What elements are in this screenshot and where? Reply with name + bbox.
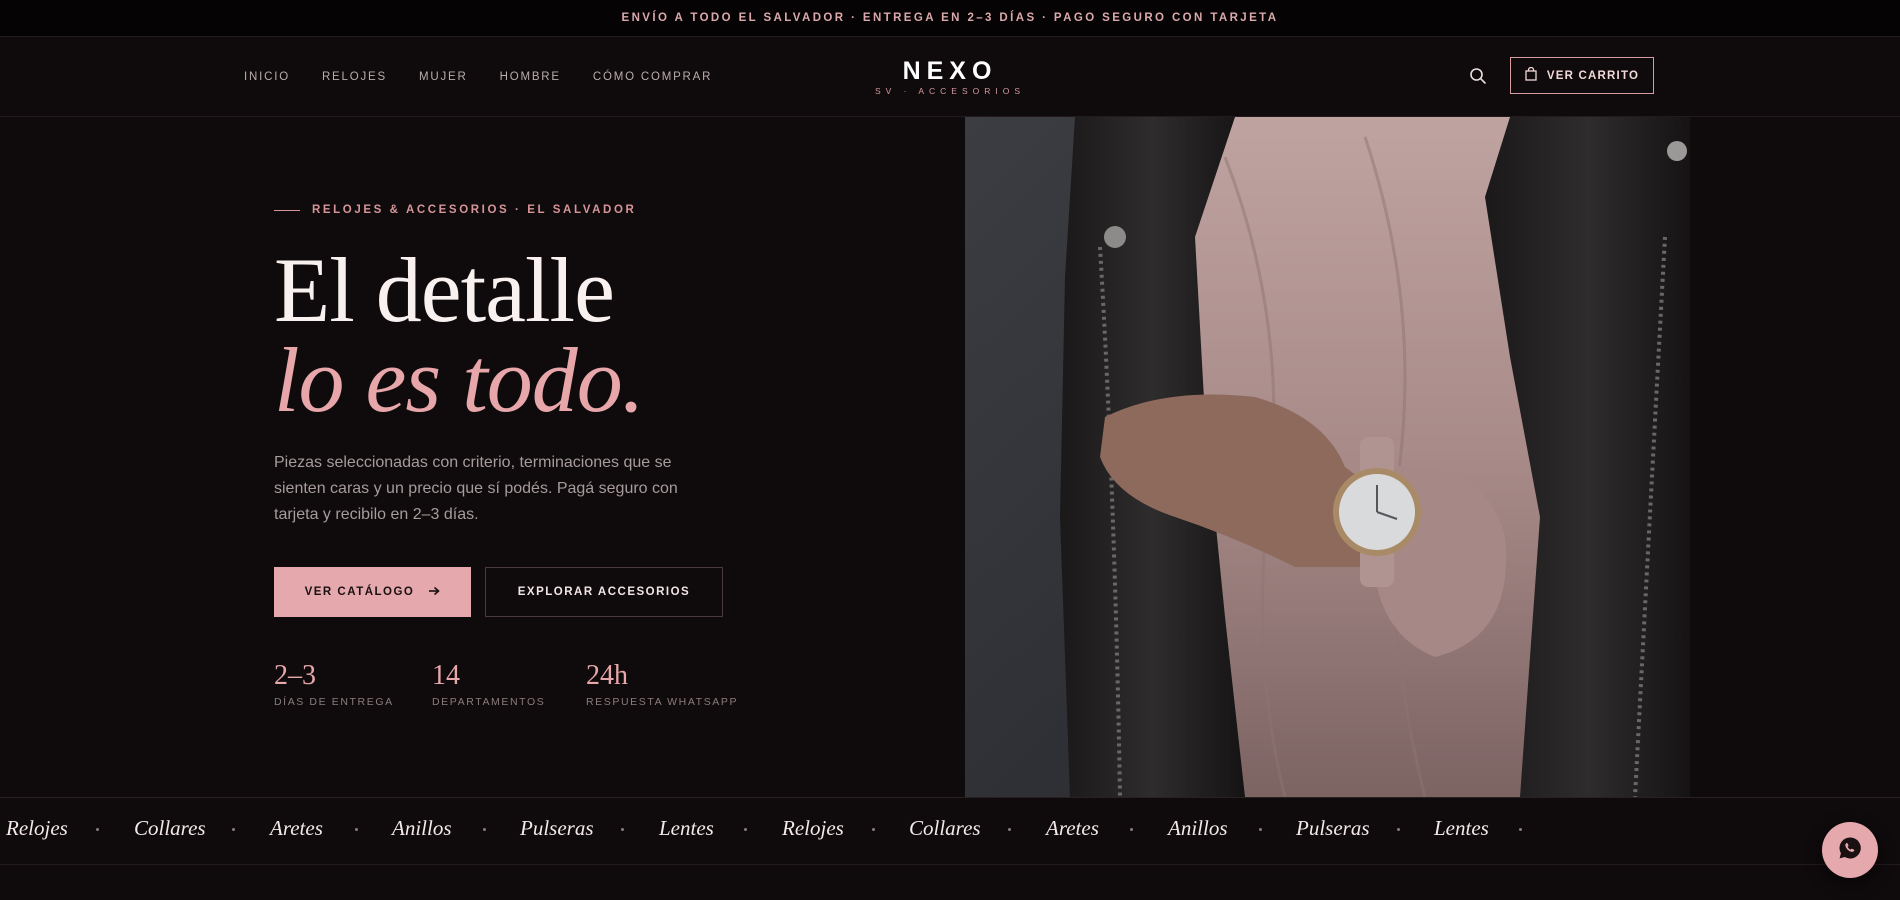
ticker-separator: [1008, 828, 1011, 831]
ticker-separator: [1397, 828, 1400, 831]
arrow-right-icon: [428, 586, 441, 599]
view-catalog-button[interactable]: VER CATÁLOGO: [274, 567, 471, 617]
announcement-text: ENVÍO A TODO EL SALVADOR · ENTREGA EN 2–…: [621, 12, 1279, 24]
ticker-item-lentes[interactable]: Lentes: [659, 816, 714, 841]
category-ticker: Relojes Collares Aretes Anillos Pulseras…: [0, 797, 1900, 865]
main-nav: INICIO RELOJES MUJER HOMBRE CÓMO COMPRAR: [244, 37, 744, 116]
stat-label: RESPUESTA WHATSAPP: [586, 696, 739, 708]
ticker-item-relojes[interactable]: Relojes: [6, 816, 68, 841]
stat-whatsapp: 24h RESPUESTA WHATSAPP: [586, 660, 738, 708]
stat-label: DÍAS DE ENTREGA: [274, 696, 394, 708]
view-cart-label: VER CARRITO: [1546, 69, 1640, 82]
hero-description: Piezas seleccionadas con criterio, termi…: [274, 454, 678, 523]
hero-image: [965, 117, 1690, 797]
ticker-separator: [872, 828, 875, 831]
ticker-item-lentes[interactable]: Lentes: [1434, 816, 1489, 841]
stat-label: DEPARTAMENTOS: [432, 696, 546, 708]
stat-departments: 14 DEPARTAMENTOS: [432, 660, 545, 708]
nav-item-como-comprar[interactable]: CÓMO COMPRAR: [593, 71, 712, 83]
ticker-item-aretes[interactable]: Aretes: [1046, 816, 1099, 841]
stat-delivery: 2–3 DÍAS DE ENTREGA: [274, 660, 394, 708]
whatsapp-button[interactable]: [1822, 822, 1878, 878]
ticker-separator: [1130, 828, 1133, 831]
ticker-separator: [355, 828, 358, 831]
ticker-separator: [744, 828, 747, 831]
ticker-separator: [1519, 828, 1522, 831]
ticker-separator: [232, 828, 235, 831]
brand-name: NEXO: [902, 57, 998, 85]
nav-item-hombre[interactable]: HOMBRE: [500, 71, 561, 83]
ticker-item-collares[interactable]: Collares: [134, 816, 206, 841]
stat-value: 14: [432, 660, 460, 691]
ticker-item-anillos[interactable]: Anillos: [1168, 816, 1228, 841]
explore-accessories-button[interactable]: EXPLORAR ACCESORIOS: [485, 567, 723, 617]
brand-logo[interactable]: NEXO SV · ACCESORIOS: [870, 57, 1030, 96]
hero-eyebrow: RELOJES & ACCESORIOS · EL SALVADOR: [274, 204, 636, 216]
bag-icon: [1525, 66, 1537, 84]
nav-item-inicio[interactable]: INICIO: [244, 71, 290, 83]
nav-item-relojes[interactable]: RELOJES: [322, 71, 387, 83]
search-icon[interactable]: [1469, 67, 1487, 85]
ticker-item-aretes[interactable]: Aretes: [270, 816, 323, 841]
eyebrow-line: [274, 209, 300, 211]
view-cart-button[interactable]: VER CARRITO: [1510, 57, 1654, 94]
site-header: INICIO RELOJES MUJER HOMBRE CÓMO COMPRAR…: [0, 37, 1900, 117]
explore-accessories-label: EXPLORAR ACCESORIOS: [517, 586, 691, 598]
brand-tagline: SV · ACCESORIOS: [874, 86, 1026, 96]
announcement-bar: ENVÍO A TODO EL SALVADOR · ENTREGA EN 2–…: [0, 0, 1900, 37]
stat-value: 2–3: [274, 660, 316, 691]
ticker-separator: [1259, 828, 1262, 831]
nav-item-mujer[interactable]: MUJER: [419, 71, 468, 83]
hero-title-line2: lo es todo.: [274, 329, 645, 431]
ticker-item-relojes[interactable]: Relojes: [782, 816, 844, 841]
ticker-separator: [483, 828, 486, 831]
ticker-item-pulseras[interactable]: Pulseras: [520, 816, 594, 841]
stat-value: 24h: [586, 660, 628, 691]
ticker-item-anillos[interactable]: Anillos: [392, 816, 452, 841]
whatsapp-icon: [1837, 835, 1863, 866]
ticker-item-collares[interactable]: Collares: [909, 816, 981, 841]
ticker-item-pulseras[interactable]: Pulseras: [1296, 816, 1370, 841]
hero-eyebrow-text: RELOJES & ACCESORIOS · EL SALVADOR: [312, 204, 637, 216]
ticker-separator: [96, 828, 99, 831]
ticker-separator: [621, 828, 624, 831]
view-catalog-label: VER CATÁLOGO: [304, 586, 415, 598]
